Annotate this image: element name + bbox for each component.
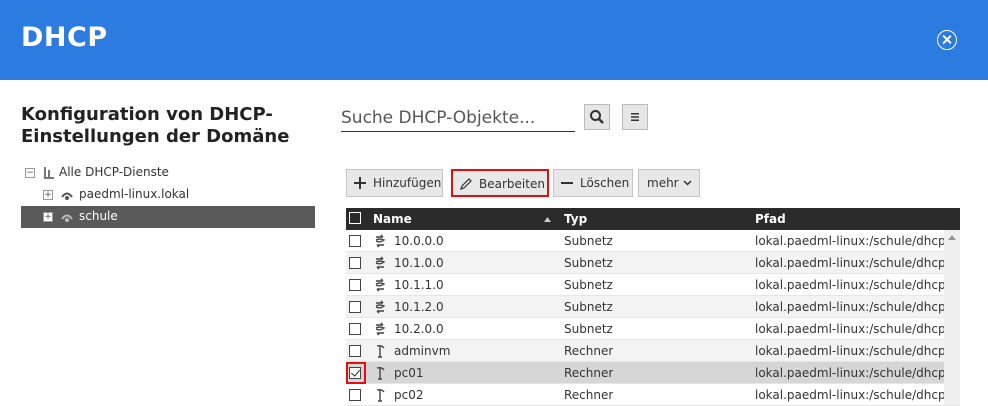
column-header-path[interactable]: Pfad	[755, 212, 786, 226]
tree-item-label: Alle DHCP-Dienste	[59, 165, 169, 179]
row-checkbox[interactable]	[349, 323, 361, 335]
row-path: lokal.paedml-linux:/schule/dhcp...	[755, 278, 945, 292]
row-path: lokal.paedml-linux:/schule/dhcp...	[755, 388, 945, 402]
table-header: Name Typ Pfad	[346, 208, 960, 230]
search-button[interactable]	[584, 104, 610, 130]
row-name: 10.1.0.0	[394, 256, 444, 270]
computer-icon	[376, 367, 385, 380]
search-icon	[590, 110, 604, 124]
table-row[interactable]: pc02 Rechner lokal.paedml-linux:/schule/…	[346, 384, 960, 406]
tree-item-label: paedml-linux.lokal	[79, 187, 190, 201]
table-row[interactable]: adminvm Rechner lokal.paedml-linux:/schu…	[346, 340, 960, 362]
table-row-selected[interactable]: pc01 Rechner lokal.paedml-linux:/schule/…	[346, 362, 960, 384]
tree-navigation: − Alle DHCP-Dienste + paedml-linux.lokal…	[21, 162, 315, 228]
edit-button[interactable]: Bearbeiten	[451, 169, 549, 197]
subnet-icon	[375, 278, 386, 292]
row-path: lokal.paedml-linux:/schule/dhcp...	[755, 344, 945, 358]
expand-icon[interactable]: +	[43, 190, 53, 200]
row-checkbox[interactable]	[349, 389, 361, 401]
more-button-label: mehr	[647, 176, 679, 190]
table-scrollbar[interactable]	[944, 230, 960, 405]
row-path: lokal.paedml-linux:/schule/dhcp...	[755, 322, 945, 336]
scroll-up-icon[interactable]	[948, 235, 956, 240]
edit-button-label: Bearbeiten	[479, 177, 545, 191]
plus-icon	[354, 177, 366, 189]
row-checkbox[interactable]	[349, 235, 361, 247]
row-name: 10.0.0.0	[394, 234, 444, 248]
row-name: pc02	[394, 388, 424, 402]
row-name: 10.2.0.0	[394, 322, 444, 336]
table-row[interactable]: 10.2.0.0 Subnetz lokal.paedml-linux:/sch…	[346, 318, 960, 340]
sort-ascending-icon[interactable]	[544, 217, 551, 222]
row-type: Rechner	[564, 344, 614, 358]
search-input[interactable]	[341, 104, 575, 132]
computer-icon	[376, 345, 385, 358]
table-row[interactable]: 10.0.0.0 Subnetz lokal.paedml-linux:/sch…	[346, 230, 960, 252]
table-row[interactable]: 10.1.2.0 Subnetz lokal.paedml-linux:/sch…	[346, 296, 960, 318]
minus-icon	[561, 182, 573, 184]
expand-icon[interactable]: +	[43, 212, 53, 222]
service-icon	[61, 192, 73, 200]
collapse-icon[interactable]: −	[25, 168, 35, 178]
row-type: Subnetz	[564, 234, 613, 248]
table-row[interactable]: 10.1.1.0 Subnetz lokal.paedml-linux:/sch…	[346, 274, 960, 296]
row-path: lokal.paedml-linux:/schule/dhcp...	[755, 256, 945, 270]
computer-icon	[376, 389, 385, 402]
column-header-name[interactable]: Name	[373, 212, 412, 226]
close-icon[interactable]	[937, 30, 957, 50]
table-row[interactable]: 10.1.0.0 Subnetz lokal.paedml-linux:/sch…	[346, 252, 960, 274]
checkbox-highlight-frame	[346, 362, 366, 384]
row-type: Rechner	[564, 366, 614, 380]
row-checkbox[interactable]	[349, 279, 361, 291]
chevron-down-icon	[683, 180, 692, 186]
row-checkbox[interactable]	[349, 257, 361, 269]
row-type: Subnetz	[564, 322, 613, 336]
menu-icon	[631, 113, 639, 121]
column-header-type[interactable]: Typ	[564, 212, 587, 226]
delete-button-label: Löschen	[580, 176, 630, 190]
subnet-icon	[375, 234, 386, 248]
tree-item-all-dhcp-services[interactable]: − Alle DHCP-Dienste	[21, 162, 315, 184]
row-path: lokal.paedml-linux:/schule/dhcp...	[755, 234, 945, 248]
subnet-icon	[375, 300, 386, 314]
delete-button[interactable]: Löschen	[553, 169, 633, 197]
tree-item-label: schule	[79, 209, 118, 223]
pencil-icon	[460, 178, 472, 190]
subnet-icon	[375, 256, 386, 270]
row-path: lokal.paedml-linux:/schule/dhcp...	[755, 366, 945, 380]
add-button[interactable]: Hinzufügen	[346, 169, 443, 197]
select-all-checkbox[interactable]	[349, 212, 361, 224]
row-name: pc01	[394, 366, 424, 380]
page-title: DHCP	[21, 22, 108, 53]
row-checkbox[interactable]	[349, 301, 361, 313]
row-name: adminvm	[394, 344, 451, 358]
options-menu-button[interactable]	[622, 104, 648, 130]
row-name: 10.1.2.0	[394, 300, 444, 314]
row-type: Rechner	[564, 388, 614, 402]
row-type: Subnetz	[564, 300, 613, 314]
dhcp-services-icon	[44, 167, 54, 179]
row-checkbox[interactable]	[349, 345, 361, 357]
row-type: Subnetz	[564, 278, 613, 292]
subnet-icon	[375, 322, 386, 336]
tree-item-paedml-linux-lokal[interactable]: + paedml-linux.lokal	[21, 184, 315, 206]
results-table: Name Typ Pfad 10.0.0.0 Subnetz lokal.pae…	[346, 208, 960, 406]
tree-item-schule[interactable]: + schule	[21, 206, 315, 228]
row-name: 10.1.1.0	[394, 278, 444, 292]
add-button-label: Hinzufügen	[373, 176, 442, 190]
row-type: Subnetz	[564, 256, 613, 270]
search-box	[341, 104, 575, 132]
more-button[interactable]: mehr	[638, 169, 700, 197]
service-icon	[61, 214, 73, 222]
row-path: lokal.paedml-linux:/schule/dhcp...	[755, 300, 945, 314]
header-bar: DHCP	[0, 0, 988, 80]
section-title: Konfiguration von DHCP-Einstellungen der…	[21, 104, 290, 147]
